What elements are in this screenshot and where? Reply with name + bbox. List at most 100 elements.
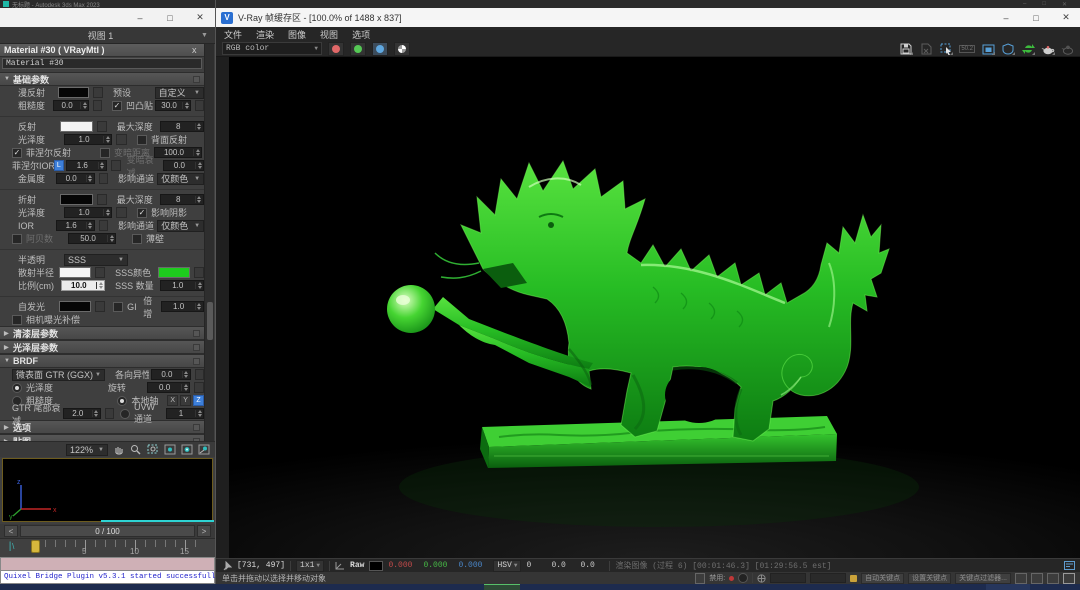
channel-dropdown[interactable]: RGB color ▼ bbox=[222, 42, 322, 55]
diffuse-color-swatch[interactable] bbox=[58, 87, 89, 98]
reflect-map-button[interactable] bbox=[97, 121, 107, 132]
maximize-icon[interactable]: □ bbox=[155, 8, 185, 27]
key-mode-icon[interactable]: ⎮\ bbox=[8, 542, 14, 551]
rotation-map-button[interactable] bbox=[194, 382, 204, 393]
rotation-spinner[interactable]: 0.0 bbox=[147, 382, 190, 393]
max-depth-spinner[interactable]: 8 bbox=[160, 121, 204, 132]
multiplier-spinner[interactable]: 1.0 bbox=[161, 301, 204, 312]
bump-map-button[interactable] bbox=[195, 100, 204, 111]
roughness-map-button[interactable] bbox=[93, 100, 102, 111]
green-channel-button[interactable] bbox=[350, 42, 366, 56]
self-illum-swatch[interactable] bbox=[59, 301, 91, 312]
self-illum-map-button[interactable] bbox=[95, 301, 105, 312]
menu-view[interactable]: 视图 bbox=[320, 28, 338, 41]
pixel-pin-icon[interactable] bbox=[222, 561, 232, 571]
time-slider[interactable] bbox=[31, 540, 40, 553]
fresnel-ior-lock-button[interactable]: L bbox=[54, 160, 64, 171]
reflect-color-swatch[interactable] bbox=[60, 121, 93, 132]
microfacet-dropdown[interactable]: 微表面 GTR (GGX) ▼ bbox=[12, 369, 105, 381]
ior-map-button[interactable] bbox=[99, 220, 108, 231]
taskbar-item[interactable] bbox=[986, 584, 1030, 590]
minimize-icon[interactable]: – bbox=[1023, 1, 1026, 7]
roughness-spinner[interactable]: 0.0 bbox=[53, 100, 89, 111]
pixel-size-dropdown[interactable]: 1x1 ▼ bbox=[296, 560, 324, 572]
rollout-basic-params[interactable]: ▼ 基础参数 bbox=[0, 72, 204, 86]
scale-spinner[interactable]: 10.0 bbox=[61, 280, 105, 291]
refract-max-depth-spinner[interactable]: 8 bbox=[160, 194, 204, 205]
metalness-map-button[interactable] bbox=[99, 173, 108, 184]
save-image-icon[interactable] bbox=[899, 42, 913, 55]
set-key-button[interactable]: 设置关键点 bbox=[908, 573, 951, 584]
axis-z-button[interactable]: Z bbox=[193, 395, 204, 406]
axis-y-button[interactable]: Y bbox=[180, 395, 191, 406]
reflect-glossiness-spinner[interactable]: 1.0 bbox=[64, 134, 112, 145]
windows-taskbar[interactable] bbox=[0, 584, 1080, 590]
alpha-channel-button[interactable] bbox=[394, 42, 410, 56]
uvw-channel-spinner[interactable]: 1 bbox=[166, 408, 204, 419]
anisotropy-map-button[interactable] bbox=[195, 369, 204, 380]
refract-glossiness-map-button[interactable] bbox=[116, 207, 127, 218]
refract-map-button[interactable] bbox=[97, 194, 107, 205]
zoom-view-icon[interactable] bbox=[1031, 573, 1043, 584]
ior-spinner[interactable]: 1.6 bbox=[56, 220, 95, 231]
thin-walled-checkbox[interactable] bbox=[132, 234, 142, 244]
timeline-ruler[interactable]: ⎮\ 5 10 15 bbox=[0, 538, 215, 558]
mini-viewport[interactable]: z x y bbox=[2, 458, 213, 522]
orbit-view-icon[interactable] bbox=[1047, 573, 1059, 584]
coord-y-field[interactable] bbox=[810, 573, 846, 583]
isolate-toggle-icon[interactable] bbox=[695, 573, 705, 584]
gtr-tail-map-button[interactable] bbox=[105, 408, 114, 419]
diffuse-map-button[interactable] bbox=[93, 87, 103, 98]
gi-checkbox[interactable] bbox=[113, 302, 123, 312]
menu-file[interactable]: 文件 bbox=[224, 28, 242, 41]
maxscript-listener[interactable]: Quixel Bridge Plugin v5.3.1 started succ… bbox=[0, 571, 215, 584]
dim-distance-spinner[interactable]: 100.0 bbox=[154, 147, 202, 158]
fresnel-checkbox[interactable] bbox=[12, 148, 22, 158]
frame-counter[interactable]: 0 / 100 bbox=[20, 525, 195, 537]
view-tab-dropdown[interactable]: 视图 1 ▼ bbox=[0, 27, 215, 44]
sss-amount-spinner[interactable]: 1.0 bbox=[160, 280, 204, 291]
blue-channel-button[interactable] bbox=[372, 42, 388, 56]
bump-checkbox[interactable] bbox=[112, 101, 122, 111]
fresnel-ior-spinner[interactable]: 1.6 bbox=[66, 160, 107, 171]
red-channel-button[interactable] bbox=[328, 42, 344, 56]
reflect-glossiness-map-button[interactable] bbox=[116, 134, 127, 145]
rollout-sheen[interactable]: ▶ 光泽层参数 bbox=[0, 340, 204, 354]
render-image[interactable] bbox=[229, 57, 1080, 558]
close-icon[interactable]: ✕ bbox=[185, 8, 215, 27]
anisotropy-spinner[interactable]: 0.0 bbox=[151, 369, 190, 380]
grid-lock-icon[interactable] bbox=[850, 575, 857, 582]
gtr-tail-spinner[interactable]: 2.0 bbox=[63, 408, 101, 419]
key-filters-button[interactable]: 关键点过滤器... bbox=[955, 573, 1011, 584]
uvw-channel-radio[interactable] bbox=[120, 409, 130, 419]
local-axis-radio[interactable] bbox=[117, 396, 127, 406]
dim-falloff-spinner[interactable]: 0.0 bbox=[163, 160, 204, 171]
metalness-spinner[interactable]: 0.0 bbox=[56, 173, 95, 184]
rollout-coat[interactable]: ▶ 清漆层参数 bbox=[0, 326, 204, 340]
abbe-spinner[interactable]: 50.0 bbox=[68, 233, 116, 244]
refract-color-swatch[interactable] bbox=[60, 194, 93, 205]
auto-key-button[interactable]: 自动关键点 bbox=[861, 573, 904, 584]
stats-panel-icon[interactable] bbox=[1064, 561, 1075, 570]
zoom-extents-selected-icon[interactable] bbox=[180, 444, 193, 456]
menu-options[interactable]: 选项 bbox=[352, 28, 370, 41]
next-frame-button[interactable]: > bbox=[197, 525, 211, 537]
selection-lock-icon[interactable] bbox=[738, 573, 748, 583]
refract-affect-channels-dropdown[interactable]: 仅颜色 ▼ bbox=[157, 220, 204, 232]
dim-distance-checkbox[interactable] bbox=[100, 148, 110, 158]
zoom-level-dropdown[interactable]: 122% ▼ bbox=[66, 444, 108, 456]
menu-render[interactable]: 渲染 bbox=[256, 28, 274, 41]
bump-spinner[interactable]: 30.0 bbox=[155, 100, 191, 111]
compare-frames-icon[interactable] bbox=[981, 42, 995, 55]
panel-scrollbar[interactable] bbox=[204, 44, 214, 441]
rollout-brdf[interactable]: ▼ BRDF bbox=[0, 354, 204, 368]
preset-dropdown[interactable]: 自定义 ▼ bbox=[155, 87, 204, 99]
material-panel-header[interactable]: Material #30 ( VRayMtl ) x bbox=[0, 44, 204, 57]
prev-frame-button[interactable]: < bbox=[4, 525, 18, 537]
translucency-dropdown[interactable]: SSS ▼ bbox=[64, 254, 128, 266]
back-reflect-checkbox[interactable] bbox=[137, 135, 147, 145]
scrollbar-thumb[interactable] bbox=[207, 302, 213, 340]
coord-x-field[interactable] bbox=[770, 573, 806, 583]
pan-view-icon[interactable] bbox=[1015, 573, 1027, 584]
taskbar-item[interactable] bbox=[484, 584, 520, 590]
